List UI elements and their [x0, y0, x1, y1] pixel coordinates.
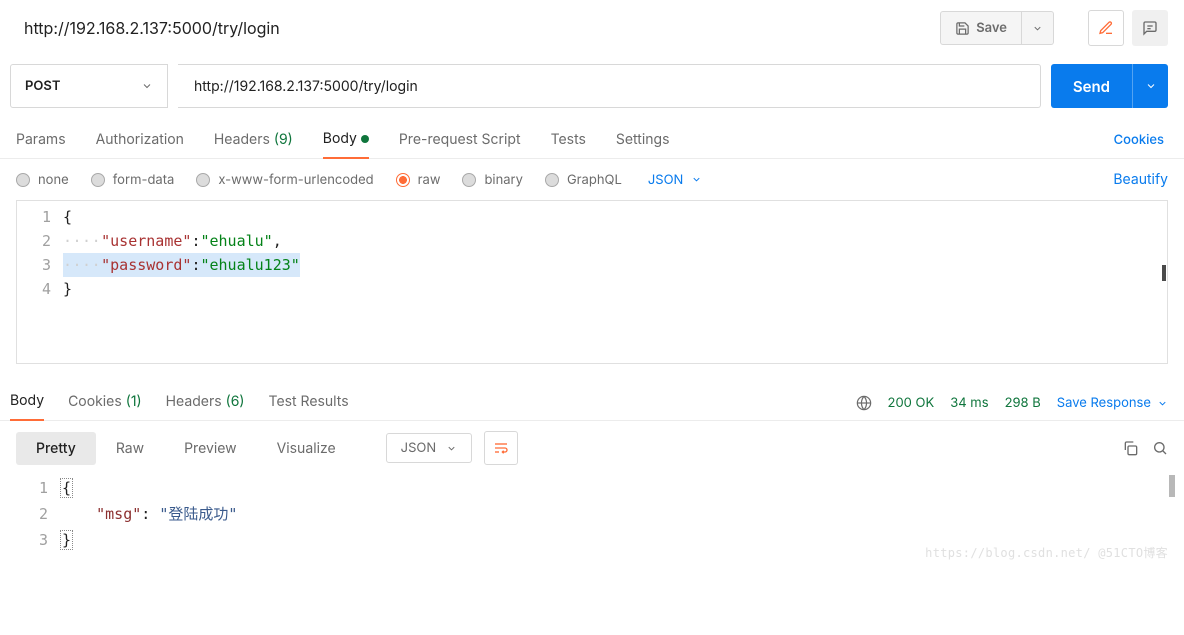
- copy-response-button[interactable]: [1122, 440, 1138, 456]
- watermark-text: https://blog.csdn.net/ @51CTO博客: [925, 544, 1168, 561]
- view-pretty[interactable]: Pretty: [16, 432, 96, 465]
- save-button[interactable]: Save: [940, 11, 1022, 45]
- view-raw[interactable]: Raw: [96, 432, 164, 465]
- pencil-icon: [1098, 20, 1114, 36]
- response-language-select[interactable]: JSON: [386, 433, 473, 463]
- chevron-down-icon: [141, 80, 153, 92]
- view-preview[interactable]: Preview: [164, 432, 257, 465]
- response-tab-headers[interactable]: Headers (6): [166, 387, 245, 420]
- chevron-down-icon: [691, 174, 702, 185]
- radio-binary[interactable]: binary: [462, 172, 523, 188]
- tab-body[interactable]: Body: [323, 122, 369, 159]
- request-body-editor[interactable]: 1{ 2····"username":"ehualu", 3····"passw…: [16, 200, 1168, 364]
- status-time: 34 ms: [950, 395, 988, 411]
- resp-headers-count: (6): [226, 393, 245, 410]
- save-button-group: Save: [940, 11, 1054, 45]
- tab-params[interactable]: Params: [16, 123, 66, 158]
- request-title: http://192.168.2.137:5000/try/login: [24, 18, 932, 38]
- radio-circle-icon: [396, 173, 410, 187]
- body-active-dot: [361, 135, 369, 143]
- method-label: POST: [25, 78, 60, 94]
- response-tab-test-results[interactable]: Test Results: [269, 387, 349, 420]
- globe-icon[interactable]: [856, 395, 872, 411]
- url-input[interactable]: http://192.168.2.137:5000/try/login: [178, 64, 1041, 108]
- response-body-viewer[interactable]: 1{ 2 "msg": "登陆成功" 3} https://blog.csdn.…: [0, 475, 1184, 561]
- headers-count: (9): [274, 131, 293, 148]
- copy-icon: [1122, 440, 1138, 456]
- save-label: Save: [976, 20, 1007, 36]
- radio-circle-icon: [196, 173, 210, 187]
- cookies-link[interactable]: Cookies: [1114, 132, 1168, 148]
- chevron-down-icon: [446, 443, 457, 454]
- radio-circle-icon: [462, 173, 476, 187]
- radio-graphql[interactable]: GraphQL: [545, 172, 622, 188]
- chevron-down-icon: [1032, 23, 1043, 34]
- tab-authorization[interactable]: Authorization: [96, 123, 184, 158]
- body-language-select[interactable]: JSON: [648, 172, 703, 188]
- tab-headers[interactable]: Headers (9): [214, 123, 293, 158]
- comment-icon: [1142, 20, 1158, 36]
- resp-cookies-count: (1): [126, 393, 142, 410]
- status-code: 200 OK: [888, 395, 935, 411]
- comment-button[interactable]: [1132, 10, 1168, 46]
- view-visualize[interactable]: Visualize: [257, 432, 356, 465]
- radio-raw[interactable]: raw: [396, 172, 441, 188]
- scrollbar-thumb[interactable]: [1169, 475, 1175, 497]
- radio-circle-icon: [91, 173, 105, 187]
- wrap-lines-button[interactable]: [484, 431, 518, 465]
- radio-form-data[interactable]: form-data: [91, 172, 175, 188]
- send-button[interactable]: Send: [1051, 64, 1132, 108]
- save-icon: [955, 21, 970, 36]
- tab-prerequest[interactable]: Pre-request Script: [399, 123, 521, 158]
- status-size: 298 B: [1005, 395, 1041, 411]
- radio-none[interactable]: none: [16, 172, 69, 188]
- response-tab-body[interactable]: Body: [10, 386, 44, 421]
- save-dropdown[interactable]: [1022, 11, 1054, 45]
- tab-tests[interactable]: Tests: [551, 123, 586, 158]
- send-dropdown[interactable]: [1132, 64, 1168, 108]
- radio-urlencoded[interactable]: x-www-form-urlencoded: [196, 172, 373, 188]
- save-response-link[interactable]: Save Response: [1057, 395, 1168, 411]
- response-tab-cookies[interactable]: Cookies (1): [68, 387, 142, 420]
- tab-settings[interactable]: Settings: [616, 123, 670, 158]
- radio-circle-icon: [16, 173, 30, 187]
- search-response-button[interactable]: [1152, 440, 1168, 456]
- search-icon: [1152, 440, 1168, 456]
- wrap-icon: [493, 440, 509, 456]
- chevron-down-icon: [1157, 398, 1168, 409]
- radio-circle-icon: [545, 173, 559, 187]
- chevron-down-icon: [1145, 80, 1157, 92]
- http-method-select[interactable]: POST: [10, 64, 168, 108]
- edit-button[interactable]: [1088, 10, 1124, 46]
- scrollbar-thumb[interactable]: [1162, 265, 1166, 281]
- beautify-link[interactable]: Beautify: [1113, 171, 1168, 188]
